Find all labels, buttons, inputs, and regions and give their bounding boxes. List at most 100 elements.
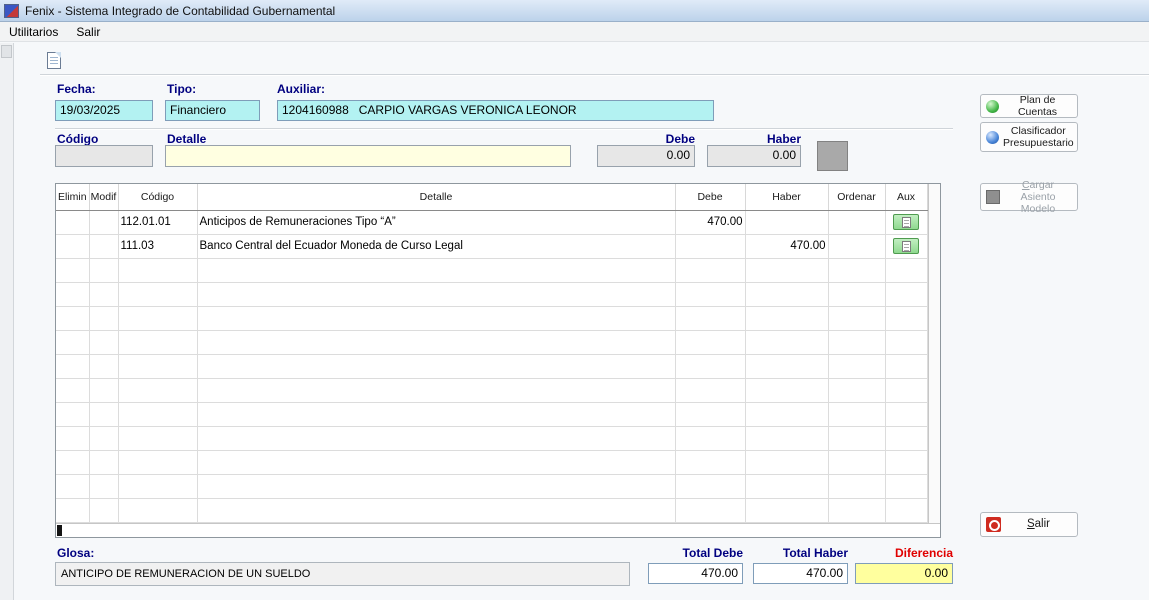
menu-utilitarios[interactable]: Utilitarios	[0, 22, 67, 41]
cell-haber	[745, 282, 828, 306]
salir-label: Salir	[1005, 518, 1072, 531]
grid-empty-row[interactable]	[56, 282, 927, 306]
cell-ordenar[interactable]	[828, 234, 885, 258]
cell-modif	[89, 450, 118, 474]
total-haber-label: Total Haber	[753, 546, 848, 560]
cell-modif	[89, 378, 118, 402]
tipo-input[interactable]: Financiero	[165, 100, 260, 121]
grid-empty-row[interactable]	[56, 450, 927, 474]
cell-modif	[89, 426, 118, 450]
grid-row[interactable]: 111.03 Banco Central del Ecuador Moneda …	[56, 234, 927, 258]
cell-elimin	[56, 258, 89, 282]
glosa-input[interactable]: ANTICIPO DE REMUNERACION DE UN SUELDO	[55, 562, 630, 586]
haber-input[interactable]: 0.00	[707, 145, 801, 167]
grid-empty-row[interactable]	[56, 378, 927, 402]
header-codigo: Código	[118, 184, 197, 210]
cargar-asiento-modelo-button[interactable]: Cargar Asiento Modelo	[980, 183, 1078, 211]
cell-detalle	[197, 498, 675, 522]
cell-ordenar	[828, 258, 885, 282]
cell-haber	[745, 474, 828, 498]
cell-aux	[885, 210, 927, 234]
fecha-input[interactable]: 19/03/2025	[55, 100, 153, 121]
cell-elimin	[56, 474, 89, 498]
header-detalle: Detalle	[197, 184, 675, 210]
cell-haber	[745, 402, 828, 426]
app-window: Fenix - Sistema Integrado de Contabilida…	[0, 0, 1149, 600]
codigo-input[interactable]	[55, 145, 153, 167]
grid-empty-row[interactable]	[56, 330, 927, 354]
cell-debe: 470.00	[675, 210, 745, 234]
cell-debe	[675, 234, 745, 258]
cell-debe	[675, 282, 745, 306]
cell-aux	[885, 354, 927, 378]
cell-codigo	[118, 282, 197, 306]
detalle-input[interactable]	[165, 145, 571, 167]
cell-debe	[675, 426, 745, 450]
cell-debe	[675, 402, 745, 426]
grid-horizontal-scrollbar[interactable]	[56, 523, 940, 537]
total-debe-value: 470.00	[648, 563, 743, 584]
cell-elimin	[56, 498, 89, 522]
cell-ordenar[interactable]	[828, 210, 885, 234]
cell-debe	[675, 354, 745, 378]
cell-haber	[745, 426, 828, 450]
cell-elimin	[56, 282, 89, 306]
grid-empty-row[interactable]	[56, 258, 927, 282]
cell-detalle	[197, 282, 675, 306]
toolbar-separator	[40, 74, 1149, 76]
aux-document-icon	[902, 241, 911, 252]
grid-vertical-scrollbar[interactable]	[928, 184, 941, 523]
cell-aux	[885, 378, 927, 402]
form-separator	[55, 128, 953, 130]
salir-button[interactable]: Salir	[980, 512, 1078, 537]
cell-aux	[885, 234, 927, 258]
cell-modif[interactable]	[89, 210, 118, 234]
grid-hscroll-thumb[interactable]	[57, 525, 62, 536]
cell-elimin[interactable]	[56, 210, 89, 234]
grid-area: Elimin Modif Código Detalle Debe Haber O…	[56, 184, 940, 523]
cell-aux	[885, 330, 927, 354]
cell-detalle	[197, 474, 675, 498]
glosa-label: Glosa:	[57, 546, 94, 560]
cell-haber	[745, 330, 828, 354]
new-document-button[interactable]	[41, 48, 67, 72]
cell-aux	[885, 426, 927, 450]
diferencia-value: 0.00	[855, 563, 953, 584]
grid-row[interactable]: 112.01.01 Anticipos de Remuneraciones Ti…	[56, 210, 927, 234]
cell-modif[interactable]	[89, 234, 118, 258]
grid-empty-row[interactable]	[56, 498, 927, 522]
menu-salir[interactable]: Salir	[67, 22, 109, 41]
codigo-label: Código	[57, 132, 98, 146]
grid-empty-row[interactable]	[56, 426, 927, 450]
grid-empty-row[interactable]	[56, 474, 927, 498]
auxiliar-input[interactable]: 1204160988 CARPIO VARGAS VERONICA LEONOR	[277, 100, 714, 121]
cell-modif	[89, 402, 118, 426]
cell-debe	[675, 378, 745, 402]
grid-empty-row[interactable]	[56, 306, 927, 330]
clasificador-presupuestario-button[interactable]: Clasificador Presupuestario	[980, 122, 1078, 152]
detalle-label: Detalle	[167, 132, 206, 146]
cell-haber	[745, 258, 828, 282]
cell-codigo	[118, 402, 197, 426]
debe-input[interactable]: 0.00	[597, 145, 695, 167]
cell-elimin	[56, 450, 89, 474]
cell-aux	[885, 402, 927, 426]
aux-detail-button[interactable]	[893, 214, 919, 230]
cell-aux	[885, 258, 927, 282]
grid-empty-row[interactable]	[56, 402, 927, 426]
grid-empty-row[interactable]	[56, 354, 927, 378]
plan-de-cuentas-button[interactable]: Plan de Cuentas	[980, 94, 1078, 118]
cell-detalle	[197, 378, 675, 402]
cell-aux	[885, 474, 927, 498]
cargar-asiento-label: Cargar Asiento Modelo	[1004, 179, 1072, 215]
haber-label: Haber	[707, 132, 801, 146]
app-icon	[4, 4, 19, 18]
cell-elimin[interactable]	[56, 234, 89, 258]
cell-modif	[89, 258, 118, 282]
aux-detail-button[interactable]	[893, 238, 919, 254]
cell-debe	[675, 258, 745, 282]
cell-ordenar	[828, 402, 885, 426]
add-entry-button[interactable]	[817, 141, 848, 171]
left-panel-handle[interactable]	[1, 45, 12, 58]
fecha-label: Fecha:	[57, 82, 96, 96]
